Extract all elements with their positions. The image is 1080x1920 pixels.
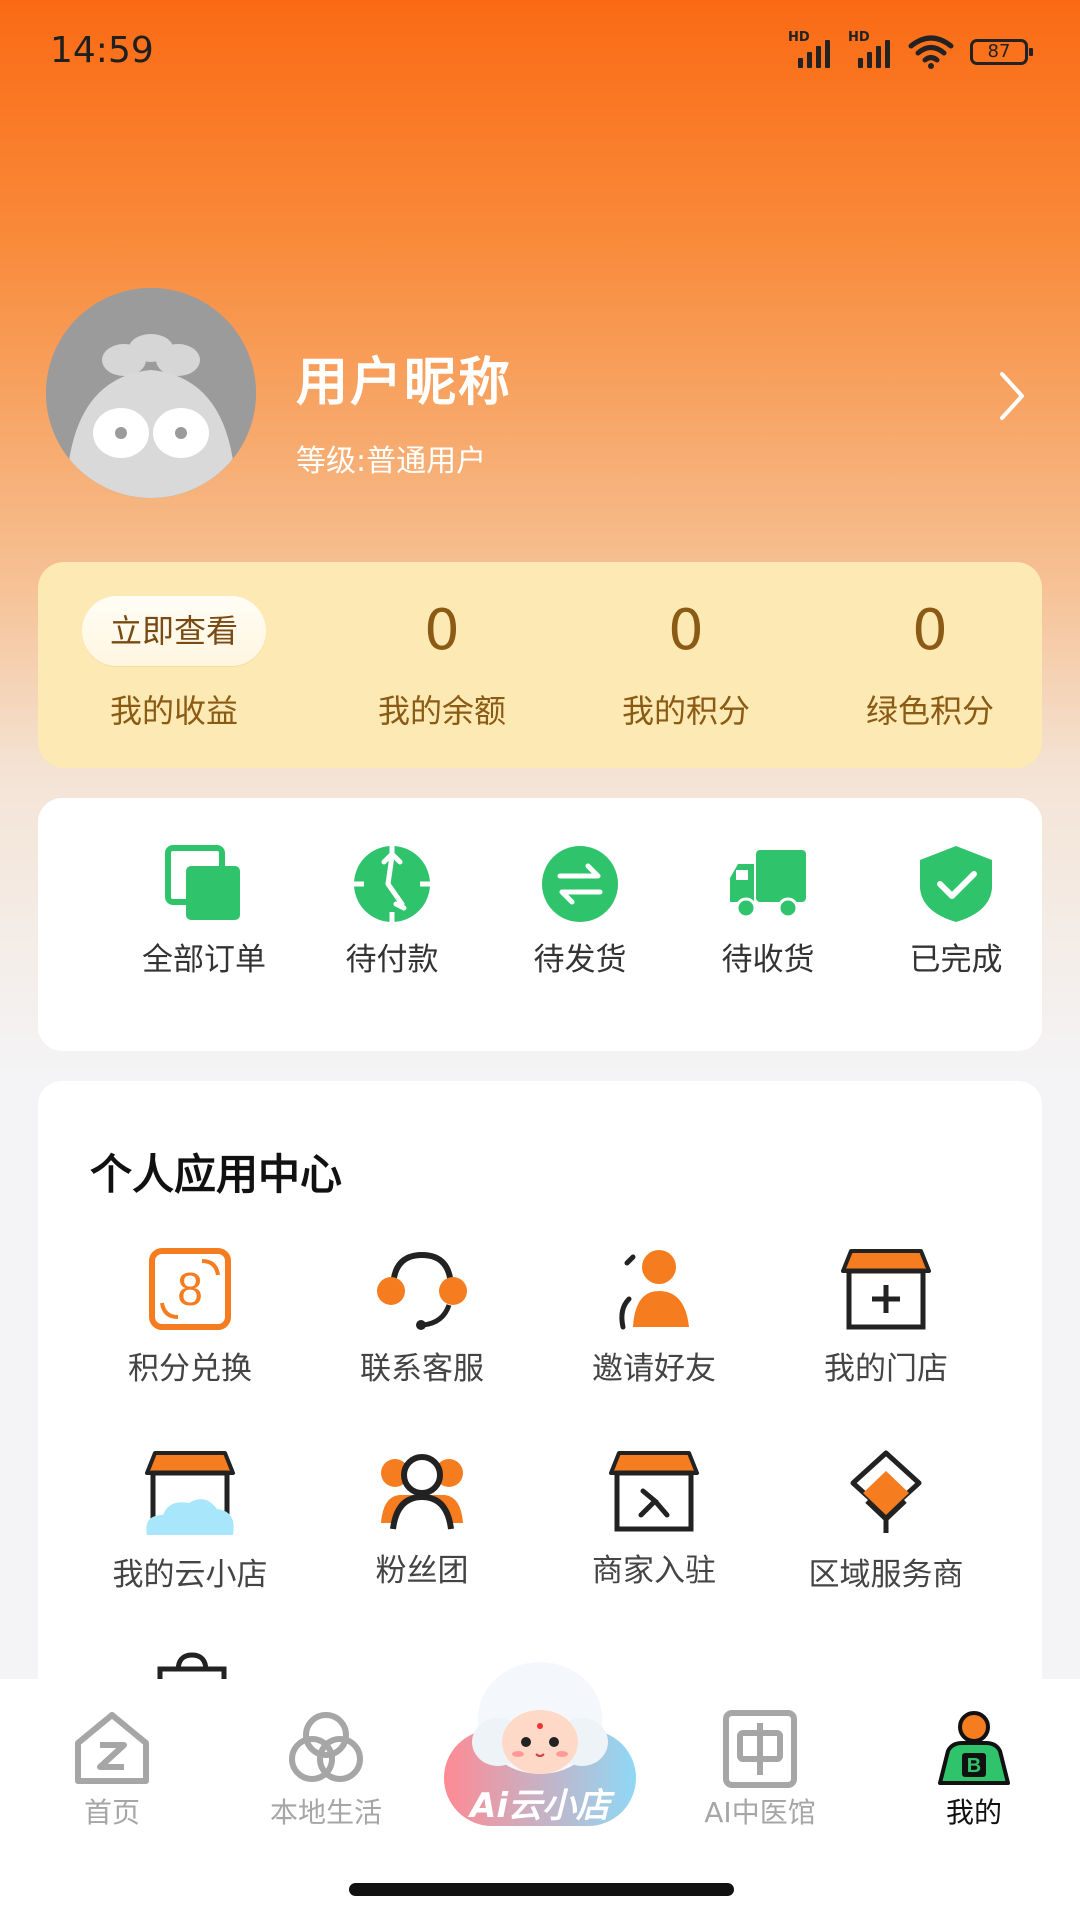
tab-home[interactable]: 首页	[12, 1709, 212, 1831]
order-label: 待发货	[533, 942, 627, 978]
cellular-signal-icon-2: HD	[848, 30, 900, 72]
avatar[interactable]	[46, 288, 256, 498]
status-time: 14:59	[50, 30, 154, 71]
ai-cloud-store-button[interactable]: Ai云小店	[440, 1650, 640, 1830]
tab-mine[interactable]: B 我的	[874, 1709, 1074, 1831]
points-exchange-icon: 8	[149, 1248, 231, 1330]
green-points-value[interactable]: 0	[830, 598, 1030, 663]
status-icons: HD HD 87	[788, 30, 1033, 74]
status-bar: 14:59 HD HD 87	[0, 0, 1080, 100]
app-regional-provider[interactable]: 区域服务商	[776, 1449, 996, 1594]
points-value[interactable]: 0	[586, 598, 786, 663]
order-label: 待付款	[345, 942, 439, 978]
balance-value[interactable]: 0	[342, 598, 542, 663]
app-customer-service[interactable]: 联系客服	[312, 1247, 532, 1388]
points-label[interactable]: 我的积分	[576, 686, 796, 732]
order-pending-receipt[interactable]: 待收货	[688, 844, 848, 979]
cellular-signal-icon: HD	[788, 30, 840, 72]
app-label: 区域服务商	[808, 1557, 964, 1593]
app-points-exchange[interactable]: 8 积分兑换	[80, 1247, 300, 1388]
medical-hall-icon	[723, 1710, 797, 1788]
user-level: 等级:普通用户	[296, 444, 487, 479]
home-indicator	[349, 1883, 734, 1896]
chevron-right-icon[interactable]	[992, 366, 1032, 426]
fans-icon	[381, 1454, 463, 1530]
all-orders-icon	[165, 845, 240, 920]
order-pending-shipment[interactable]: 待发货	[500, 844, 660, 979]
tab-label: 我的	[945, 1796, 1002, 1829]
store-icon	[841, 1249, 931, 1330]
default-avatar-icon	[46, 288, 256, 498]
wifi-icon	[908, 35, 954, 69]
app-fan-club[interactable]: 粉丝团	[312, 1449, 532, 1590]
order-label: 已完成	[909, 942, 1003, 978]
battery-icon: 87	[970, 39, 1033, 65]
order-label: 全部订单	[142, 942, 266, 978]
pending-payment-icon	[354, 846, 430, 922]
shield-check-icon	[920, 846, 992, 922]
balance-label[interactable]: 我的余额	[332, 686, 552, 732]
cloud-store-icon	[145, 1451, 235, 1535]
app-merchant-join[interactable]: 商家入驻	[544, 1449, 764, 1590]
order-completed[interactable]: 已完成	[876, 844, 1036, 979]
orders-card: 全部订单 待付款 待发货 待收货 已完成	[38, 798, 1042, 1051]
svg-text:8: 8	[177, 1263, 203, 1315]
svg-text:B: B	[967, 1755, 981, 1777]
app-label: 我的门店	[824, 1351, 948, 1387]
headset-icon	[377, 1251, 467, 1330]
merchant-join-icon	[609, 1451, 699, 1532]
app-label: 积分兑换	[128, 1351, 252, 1387]
truck-icon	[730, 850, 806, 919]
tab-label: AI中医馆	[704, 1796, 816, 1829]
ai-button-text: Ai云小店	[470, 1786, 610, 1826]
region-provider-icon	[850, 1450, 922, 1533]
bag-icon[interactable]	[154, 1651, 230, 1681]
app-label: 联系客服	[360, 1351, 484, 1387]
app-invite-friends[interactable]: 邀请好友	[544, 1247, 764, 1388]
green-points-label[interactable]: 绿色积分	[820, 686, 1040, 732]
app-label: 商家入驻	[592, 1553, 716, 1589]
view-earnings-button[interactable]: 立即查看	[82, 596, 266, 666]
app-label: 邀请好友	[592, 1351, 716, 1387]
profile-header[interactable]: 用户昵称 等级:普通用户	[46, 288, 1036, 503]
order-all[interactable]: 全部订单	[124, 844, 284, 979]
app-center-title: 个人应用中心	[90, 1150, 343, 1199]
user-nickname: 用户昵称	[296, 353, 513, 413]
home-icon	[75, 1712, 149, 1784]
order-label: 待收货	[721, 942, 815, 978]
mine-icon: B	[938, 1711, 1010, 1785]
pending-shipment-icon	[542, 846, 618, 922]
app-my-cloud-store[interactable]: 我的云小店	[80, 1449, 300, 1594]
app-my-store[interactable]: 我的门店	[776, 1247, 996, 1388]
invite-friend-icon	[619, 1250, 689, 1330]
tab-label: 本地生活	[269, 1796, 382, 1829]
earnings-card: 立即查看 我的收益 0 我的余额 0 我的积分 0 绿色积分	[38, 562, 1042, 768]
app-label: 我的云小店	[112, 1557, 268, 1593]
local-life-icon	[289, 1712, 363, 1782]
tab-local-life[interactable]: 本地生活	[226, 1709, 426, 1831]
app-label: 粉丝团	[375, 1553, 469, 1589]
tab-ai-medical[interactable]: AI中医馆	[660, 1709, 860, 1831]
order-pending-payment[interactable]: 待付款	[312, 844, 472, 979]
tab-label: 首页	[83, 1796, 140, 1829]
my-income-label[interactable]: 我的收益	[64, 686, 284, 732]
